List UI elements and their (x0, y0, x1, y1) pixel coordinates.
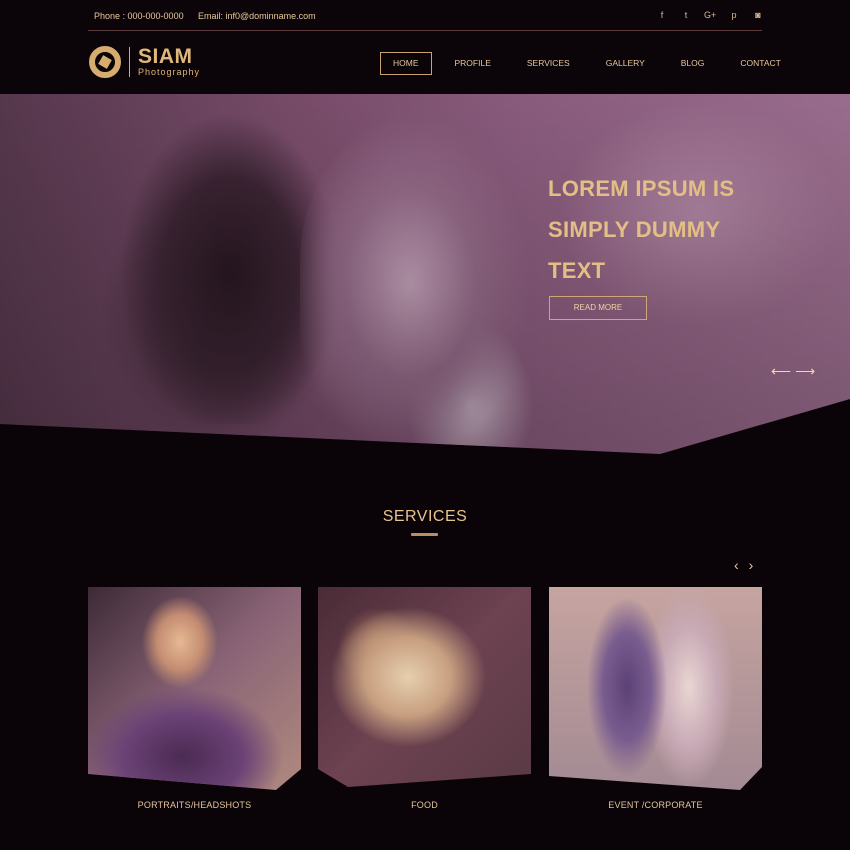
portrait-photo (88, 587, 301, 790)
service-card-label: FOOD (411, 800, 438, 810)
nav-item-profile[interactable]: PROFILE (442, 52, 504, 75)
logo[interactable]: SIAM Photography (89, 46, 200, 78)
camera-aperture-icon (89, 46, 121, 78)
social-links: f t G+ p ◙ (656, 9, 764, 21)
brand-subtitle: Photography (138, 67, 201, 77)
brand-name: SIAM (138, 45, 193, 68)
nav-item-services[interactable]: SERVICES (514, 52, 583, 75)
event-photo (549, 587, 762, 790)
service-card-portraits[interactable]: PORTRAITS/HEADSHOTS (88, 587, 301, 810)
hero-slider: LOREM IPSUM IS SIMPLY DUMMY TEXT READ MO… (0, 94, 850, 454)
main-nav: HOME PROFILE SERVICES GALLERY BLOG CONTA… (380, 52, 804, 75)
service-card-label: PORTRAITS/HEADSHOTS (137, 800, 252, 810)
food-photo (318, 587, 531, 787)
pinterest-icon[interactable]: p (728, 9, 740, 21)
arrow-left-icon[interactable]: ⟵ (771, 363, 791, 380)
service-card-event[interactable]: EVENT /CORPORATE (549, 587, 762, 810)
services-heading: SERVICES (382, 508, 468, 525)
carousel-arrows: ‹ › (734, 557, 753, 573)
facebook-icon[interactable]: f (656, 9, 668, 21)
site-header: SIAM Photography HOME PROFILE SERVICES G… (0, 31, 850, 94)
twitter-icon[interactable]: t (680, 9, 692, 21)
arrow-right-icon[interactable]: ⟶ (795, 363, 815, 380)
google-plus-icon[interactable]: G+ (704, 9, 716, 21)
service-card-label: EVENT /CORPORATE (608, 800, 703, 810)
email-link[interactable]: Email: inf0@dominname.com (198, 11, 316, 21)
hero-arrows: ⟵ ⟶ (771, 363, 815, 380)
phone-text: Phone : 000-000-0000 (94, 11, 184, 21)
top-bar: Phone : 000-000-0000 Email: inf0@dominna… (0, 0, 850, 32)
logo-divider (129, 47, 130, 77)
instagram-icon[interactable]: ◙ (752, 9, 764, 21)
nav-item-contact[interactable]: CONTACT (727, 52, 793, 75)
chevron-right-icon[interactable]: › (749, 557, 754, 573)
hero-title: LOREM IPSUM IS SIMPLY DUMMY TEXT (548, 176, 735, 283)
nav-item-blog[interactable]: BLOG (668, 52, 718, 75)
services-underline (411, 533, 438, 536)
nav-item-gallery[interactable]: GALLERY (593, 52, 658, 75)
chevron-left-icon[interactable]: ‹ (734, 557, 739, 573)
service-card-food[interactable]: FOOD (318, 587, 531, 810)
nav-item-home[interactable]: HOME (380, 52, 432, 75)
read-more-button[interactable]: READ MORE (549, 296, 647, 320)
